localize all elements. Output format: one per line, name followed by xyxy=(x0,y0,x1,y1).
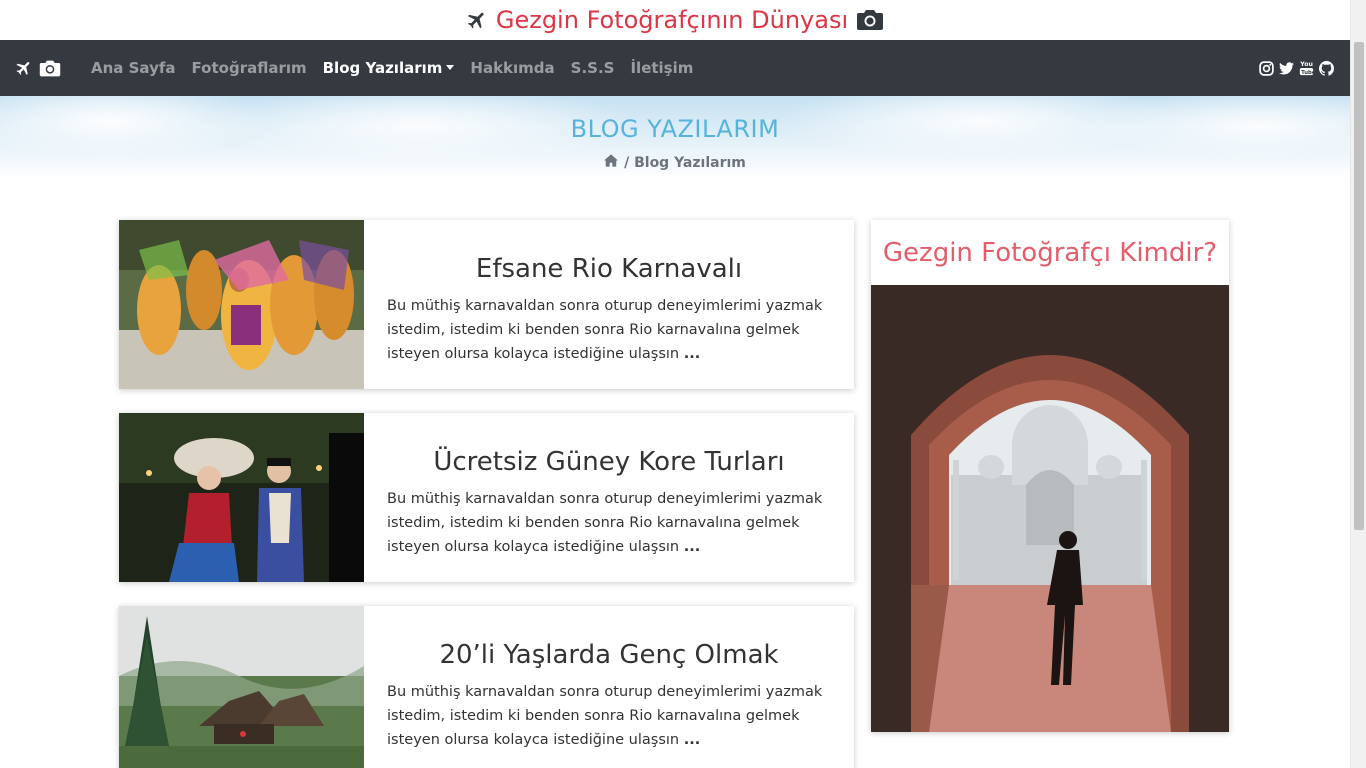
svg-text:Tube: Tube xyxy=(1301,70,1314,76)
site-header: Gezgin Fotoğrafçının Dünyası xyxy=(0,0,1350,40)
svg-text:You: You xyxy=(1299,61,1313,68)
post-title[interactable]: 20’li Yaşlarda Genç Olmak xyxy=(384,640,834,670)
github-icon[interactable] xyxy=(1318,60,1334,76)
about-sidebar: Gezgin Fotoğrafçı Kimdir? xyxy=(871,220,1229,732)
camera-icon xyxy=(39,60,61,76)
post-title[interactable]: Ücretsiz Güney Kore Turları xyxy=(384,447,834,477)
read-more-link[interactable]: ... xyxy=(684,346,701,362)
post-image[interactable] xyxy=(119,220,364,389)
nav-item-iletisim[interactable]: İletişim xyxy=(622,40,701,96)
post-excerpt: Bu müthiş karnavaldan sonra oturup deney… xyxy=(387,680,827,752)
sidebar-title: Gezgin Fotoğrafçı Kimdir? xyxy=(882,237,1218,268)
navbar: Ana Sayfa Fotoğraflarım Blog Yazılarım H… xyxy=(0,40,1350,96)
post-excerpt: Bu müthiş karnavaldan sonra oturup deney… xyxy=(387,294,827,366)
scrollbar-thumb[interactable] xyxy=(1354,42,1364,530)
chevron-down-icon xyxy=(446,65,455,70)
nav-item-hakkimda[interactable]: Hakkımda xyxy=(462,40,562,96)
post-body: Efsane Rio Karnavalı Bu müthiş karnavald… xyxy=(364,220,854,389)
social-links: You Tube xyxy=(1258,60,1334,76)
post-image[interactable] xyxy=(119,413,364,582)
blog-post-card[interactable]: 20’li Yaşlarda Genç Olmak Bu müthiş karn… xyxy=(119,606,854,768)
nav-item-fotograflarim[interactable]: Fotoğraflarım xyxy=(184,40,315,96)
nav-item-sss[interactable]: S.S.S xyxy=(563,40,623,96)
navbar-brand[interactable] xyxy=(15,59,61,78)
read-more-link[interactable]: ... xyxy=(684,732,701,748)
blog-post-card[interactable]: Ücretsiz Güney Kore Turları Bu müthiş ka… xyxy=(119,413,854,582)
post-title[interactable]: Efsane Rio Karnavalı xyxy=(384,254,834,284)
post-excerpt: Bu müthiş karnavaldan sonra oturup deney… xyxy=(387,487,827,559)
page-scrollbar[interactable] xyxy=(1350,0,1366,768)
post-body: Ücretsiz Güney Kore Turları Bu müthiş ka… xyxy=(364,413,854,582)
read-more-link[interactable]: ... xyxy=(684,539,701,555)
about-photo xyxy=(871,285,1229,732)
airplane-icon xyxy=(16,62,30,75)
site-title[interactable]: Gezgin Fotoğrafçının Dünyası xyxy=(496,8,848,32)
nav-item-label: Blog Yazılarım xyxy=(322,59,443,77)
youtube-icon[interactable]: You Tube xyxy=(1298,60,1314,76)
instagram-icon[interactable] xyxy=(1258,60,1274,76)
post-image[interactable] xyxy=(119,606,364,768)
home-icon[interactable] xyxy=(604,154,619,171)
post-excerpt-text: Bu müthiş karnavaldan sonra oturup deney… xyxy=(387,684,823,748)
hero-banner xyxy=(0,96,1350,206)
nav-item-ana-sayfa[interactable]: Ana Sayfa xyxy=(83,40,184,96)
breadcrumb: / Blog Yazılarım xyxy=(0,154,1350,171)
page-title: BLOG YAZILARIM xyxy=(570,115,780,143)
airplane-icon xyxy=(466,9,488,31)
twitter-icon[interactable] xyxy=(1278,60,1294,76)
post-body: 20’li Yaşlarda Genç Olmak Bu müthiş karn… xyxy=(364,606,854,768)
post-excerpt-text: Bu müthiş karnavaldan sonra oturup deney… xyxy=(387,298,823,362)
nav-item-blog-yazilarim[interactable]: Blog Yazılarım xyxy=(315,40,463,96)
blog-post-card[interactable]: Efsane Rio Karnavalı Bu müthiş karnavald… xyxy=(119,220,854,389)
post-excerpt-text: Bu müthiş karnavaldan sonra oturup deney… xyxy=(387,491,823,555)
camera-icon xyxy=(856,8,884,32)
breadcrumb-current: / Blog Yazılarım xyxy=(624,154,746,171)
